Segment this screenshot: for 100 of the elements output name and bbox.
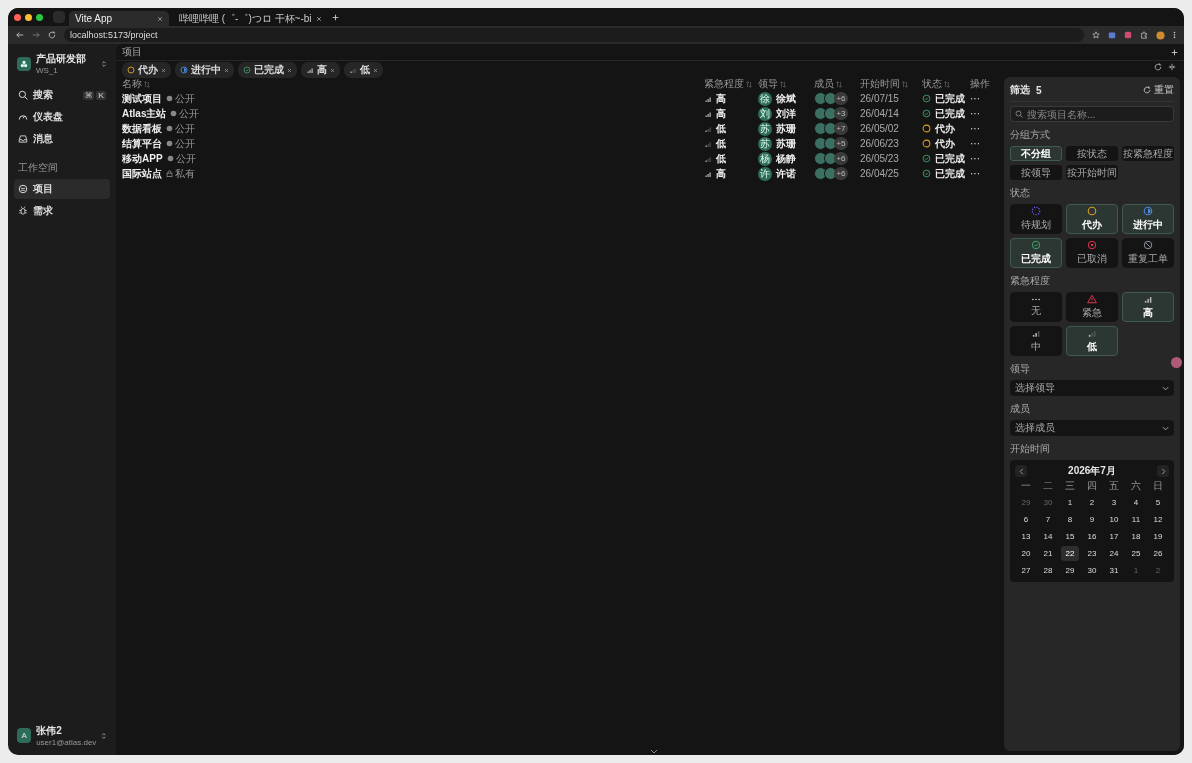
add-icon[interactable] <box>1171 48 1178 56</box>
more-icon[interactable] <box>1173 31 1176 39</box>
more-actions-button[interactable]: ··· <box>970 93 980 104</box>
back-icon[interactable] <box>16 31 24 39</box>
more-actions-button[interactable]: ··· <box>970 123 980 134</box>
minimize-window-icon[interactable] <box>25 13 32 21</box>
forward-icon[interactable] <box>32 31 40 39</box>
more-actions-button[interactable]: ··· <box>970 153 980 164</box>
filter-chip[interactable]: 进行中 <box>175 62 234 78</box>
group-option[interactable]: 按紧急程度 <box>1122 146 1174 161</box>
calendar-day[interactable]: 12 <box>1149 512 1167 527</box>
group-option[interactable]: 按开始时间 <box>1066 165 1118 180</box>
status-option[interactable]: 重复工单 <box>1122 238 1174 268</box>
group-option[interactable]: 按状态 <box>1066 146 1118 161</box>
sidebar-item[interactable]: 项目 <box>14 179 110 199</box>
more-actions-button[interactable]: ··· <box>970 138 980 149</box>
column-header[interactable]: 开始时间 <box>860 77 922 91</box>
chevron-updown-icon[interactable] <box>101 59 107 68</box>
calendar-day[interactable]: 9 <box>1083 512 1101 527</box>
calendar-day[interactable]: 11 <box>1127 512 1145 527</box>
star-icon[interactable] <box>1092 31 1100 39</box>
filter-chip[interactable]: 高 <box>301 62 340 78</box>
calendar-day[interactable]: 6 <box>1017 512 1035 527</box>
browser-tab[interactable]: Vite App <box>69 11 169 26</box>
calendar-day[interactable]: 23 <box>1083 546 1101 561</box>
urgency-option[interactable]: 低 <box>1066 326 1118 356</box>
calendar-day[interactable]: 5 <box>1149 495 1167 510</box>
new-tab-icon[interactable] <box>331 13 339 21</box>
calendar-day[interactable]: 13 <box>1017 529 1035 544</box>
user-avatar[interactable]: A <box>17 728 32 743</box>
collapse-panel-icon[interactable] <box>1168 63 1176 71</box>
previous-month-button[interactable] <box>1015 465 1027 477</box>
member-select[interactable]: 选择成员 <box>1010 420 1174 436</box>
remove-icon[interactable] <box>373 67 378 73</box>
more-actions-button[interactable]: ··· <box>970 108 980 119</box>
urgency-option[interactable]: 紧急 <box>1066 292 1118 322</box>
calendar-day[interactable]: 18 <box>1127 529 1145 544</box>
urgency-option[interactable]: 中 <box>1010 326 1062 356</box>
filter-chip[interactable]: 已完成 <box>238 62 297 78</box>
chevron-down-icon[interactable] <box>650 749 658 754</box>
status-option[interactable]: 已取消 <box>1066 238 1118 268</box>
close-window-icon[interactable] <box>14 13 21 21</box>
sidebar-item[interactable]: 消息 <box>14 129 110 149</box>
calendar-day[interactable]: 17 <box>1105 529 1123 544</box>
calendar-day[interactable]: 2 <box>1083 495 1101 510</box>
group-option[interactable]: 不分组 <box>1010 146 1062 161</box>
calendar-day[interactable]: 1 <box>1061 495 1079 510</box>
calendar-day[interactable]: 22 <box>1061 546 1079 561</box>
project-name[interactable]: Atlas主站 <box>122 106 167 121</box>
calendar-day[interactable]: 7 <box>1039 512 1057 527</box>
calendar-day[interactable]: 25 <box>1127 546 1145 561</box>
profile-icon[interactable] <box>1156 30 1165 40</box>
sidebar-item[interactable]: 搜索 ⌘ K <box>14 85 110 105</box>
calendar-day[interactable]: 16 <box>1083 529 1101 544</box>
status-option[interactable]: 代办 <box>1066 204 1118 234</box>
calendar-day[interactable]: 14 <box>1039 529 1057 544</box>
project-name[interactable]: 结算平台 <box>122 136 162 151</box>
calendar-day[interactable]: 10 <box>1105 512 1123 527</box>
filter-chip[interactable]: 低 <box>344 62 383 78</box>
reload-icon[interactable] <box>48 31 56 39</box>
chevron-updown-icon[interactable] <box>101 731 107 740</box>
calendar-day[interactable]: 3 <box>1105 495 1123 510</box>
remove-icon[interactable] <box>161 67 166 73</box>
reset-button[interactable]: 重置 <box>1143 83 1174 97</box>
calendar-day[interactable]: 27 <box>1017 563 1035 578</box>
chevron-down-icon[interactable] <box>1162 385 1169 391</box>
column-header[interactable]: 名称 <box>122 77 704 91</box>
puzzle-icon[interactable] <box>1140 31 1148 39</box>
project-name[interactable]: 国际站点 <box>122 166 162 181</box>
calendar-day[interactable]: 19 <box>1149 529 1167 544</box>
address-bar[interactable]: localhost:5173/project <box>64 28 1084 42</box>
calendar-day[interactable]: 4 <box>1127 495 1145 510</box>
calendar-day[interactable]: 28 <box>1039 563 1057 578</box>
status-option[interactable]: 已完成 <box>1010 238 1062 268</box>
sidebar-item[interactable]: 需求 <box>14 201 110 221</box>
remove-icon[interactable] <box>224 67 229 73</box>
column-header[interactable]: 领导 <box>758 77 814 91</box>
more-actions-button[interactable]: ··· <box>970 168 980 179</box>
calendar-day[interactable]: 8 <box>1061 512 1079 527</box>
search-field[interactable]: 搜索项目名称... <box>1010 106 1174 122</box>
calendar-day[interactable]: 24 <box>1105 546 1123 561</box>
calendar-day[interactable]: 15 <box>1061 529 1079 544</box>
close-tab-icon[interactable] <box>157 15 163 22</box>
column-header[interactable]: 状态 <box>922 77 970 91</box>
refresh-icon[interactable] <box>1154 63 1162 71</box>
status-option[interactable]: 待规划 <box>1010 204 1062 234</box>
workspace-logo-icon[interactable] <box>17 56 31 71</box>
sidebar-item[interactable]: 仪表盘 <box>14 107 110 127</box>
remove-icon[interactable] <box>330 67 335 73</box>
close-tab-icon[interactable] <box>315 15 322 22</box>
column-header[interactable]: 紧急程度 <box>704 77 758 91</box>
next-month-button[interactable] <box>1157 465 1169 477</box>
status-option[interactable]: 进行中 <box>1122 204 1174 234</box>
remove-icon[interactable] <box>287 67 292 73</box>
project-name[interactable]: 测试项目 <box>122 91 162 106</box>
column-header[interactable]: 成员 <box>814 77 860 91</box>
calendar-day[interactable]: 20 <box>1017 546 1035 561</box>
filter-chip[interactable]: 代办 <box>122 62 171 78</box>
calendar-day[interactable]: 30 <box>1083 563 1101 578</box>
calendar-day[interactable]: 29 <box>1061 563 1079 578</box>
